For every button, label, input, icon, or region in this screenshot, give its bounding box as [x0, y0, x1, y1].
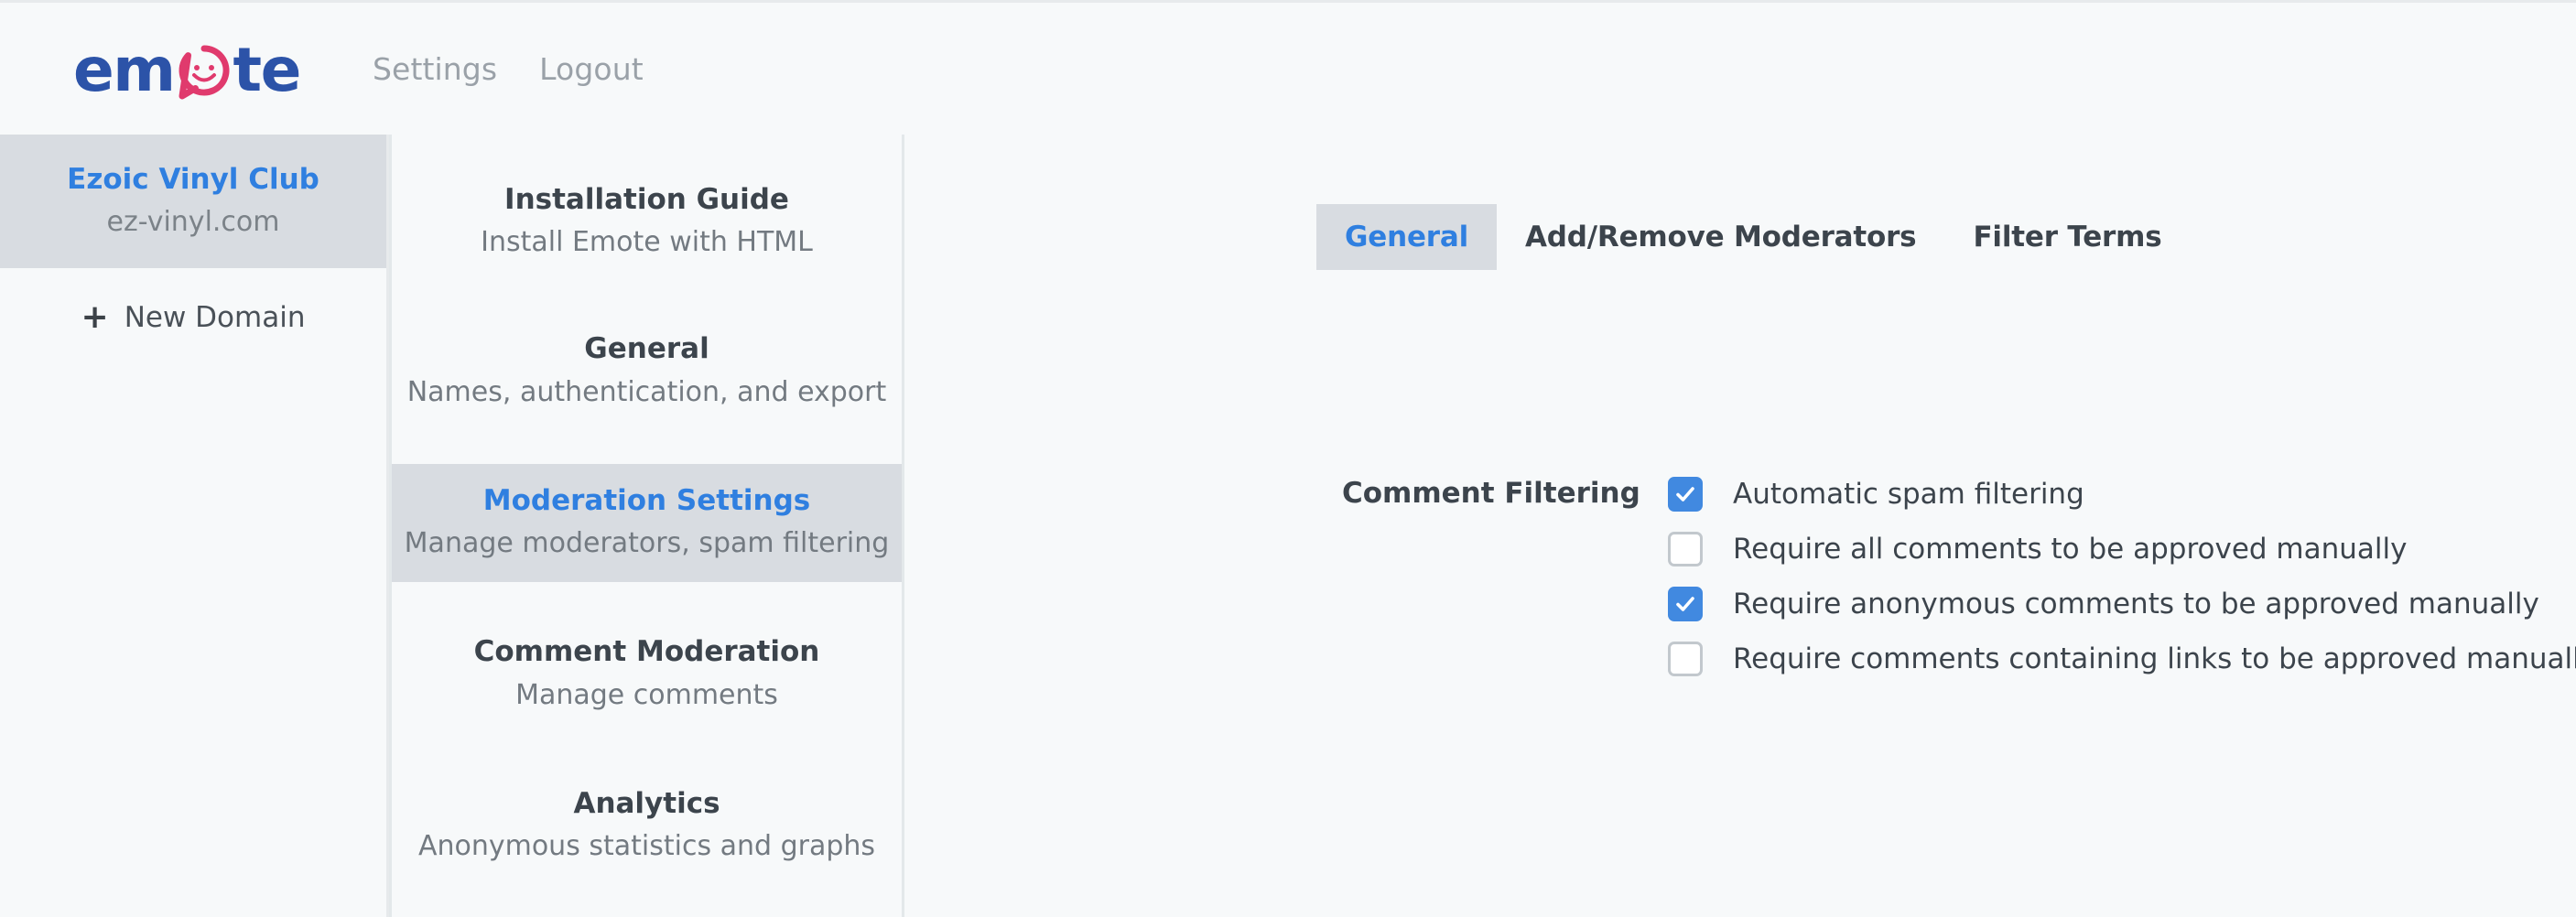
checkbox-label: Require all comments to be approved manu… [1733, 533, 2407, 566]
settings-nav-panel: Installation Guide Install Emote with HT… [389, 135, 904, 917]
domain-name: Ezoic Vinyl Club [9, 161, 377, 200]
logo-text-before: em [73, 43, 175, 98]
nav-item-title: General [403, 329, 891, 369]
nav-item-title: Installation Guide [403, 180, 891, 220]
smiley-speech-bubble-icon [177, 45, 232, 100]
check-icon [1673, 482, 1697, 506]
checkbox-row-require-all-comments[interactable]: Require all comments to be approved manu… [1668, 522, 2576, 577]
nav-item-subtitle: Manage comments [403, 676, 891, 715]
app-header: em te Settings Logout [0, 3, 2576, 135]
checkbox-require-all-comments[interactable] [1668, 532, 1703, 566]
checkbox-row-require-comments-with-links[interactable]: Require comments containing links to be … [1668, 631, 2576, 686]
domain-sidebar: Ezoic Vinyl Club ez-vinyl.com + New Doma… [0, 135, 389, 917]
checkbox-require-anonymous-comments[interactable] [1668, 587, 1703, 621]
section-label-comment-filtering: Comment Filtering [1342, 477, 1640, 510]
app-root: em te Settings Logout Ezoic Vinyl Club [0, 0, 2576, 917]
header-nav: Settings Logout [373, 3, 644, 135]
tab-general[interactable]: General [1316, 204, 1497, 270]
nav-item-analytics[interactable]: Analytics Anonymous statistics and graph… [392, 767, 902, 885]
nav-item-subtitle: Names, authentication, and export [403, 373, 891, 412]
emote-logo[interactable]: em te [73, 32, 300, 98]
nav-item-installation-guide[interactable]: Installation Guide Install Emote with HT… [392, 163, 902, 281]
tab-filter-terms[interactable]: Filter Terms [1944, 204, 2190, 270]
checkbox-label: Automatic spam filtering [1733, 478, 2084, 511]
nav-item-title: Analytics [403, 784, 891, 824]
header-link-settings[interactable]: Settings [373, 51, 497, 87]
nav-item-moderation-settings[interactable]: Moderation Settings Manage moderators, s… [392, 464, 902, 582]
nav-item-subtitle: Anonymous statistics and graphs [403, 827, 891, 866]
nav-item-title: Moderation Settings [403, 481, 891, 521]
checkbox-automatic-spam-filtering[interactable] [1668, 477, 1703, 512]
domain-url: ez-vinyl.com [9, 204, 377, 242]
checkbox-row-automatic-spam-filtering[interactable]: Automatic spam filtering [1668, 467, 2576, 522]
checkbox-row-require-anonymous-comments[interactable]: Require anonymous comments to be approve… [1668, 577, 2576, 631]
main-content: General Add/Remove Moderators Filter Ter… [904, 135, 2576, 917]
plus-icon: + [81, 301, 109, 334]
settings-tabs: General Add/Remove Moderators Filter Ter… [1316, 204, 2191, 270]
nav-item-subtitle: Install Emote with HTML [403, 223, 891, 262]
comment-filtering-options: Automatic spam filtering Require all com… [1668, 467, 2576, 686]
checkbox-require-comments-with-links[interactable] [1668, 642, 1703, 676]
nav-item-comment-moderation[interactable]: Comment Moderation Manage comments [392, 615, 902, 733]
nav-item-title: Comment Moderation [403, 632, 891, 672]
checkbox-label: Require comments containing links to be … [1733, 642, 2576, 675]
checkbox-label: Require anonymous comments to be approve… [1733, 588, 2539, 620]
sidebar-item-domain[interactable]: Ezoic Vinyl Club ez-vinyl.com [0, 135, 386, 268]
header-link-logout[interactable]: Logout [539, 51, 644, 87]
nav-item-subtitle: Manage moderators, spam filtering [403, 524, 891, 563]
logo-text-after: te [233, 43, 300, 98]
check-icon [1673, 592, 1697, 616]
new-domain-label: New Domain [124, 301, 306, 334]
logo-wordmark: em te [73, 36, 300, 98]
tab-add-remove-moderators[interactable]: Add/Remove Moderators [1497, 204, 1944, 270]
new-domain-button[interactable]: + New Domain [0, 268, 386, 367]
nav-item-general[interactable]: General Names, authentication, and expor… [392, 312, 902, 430]
